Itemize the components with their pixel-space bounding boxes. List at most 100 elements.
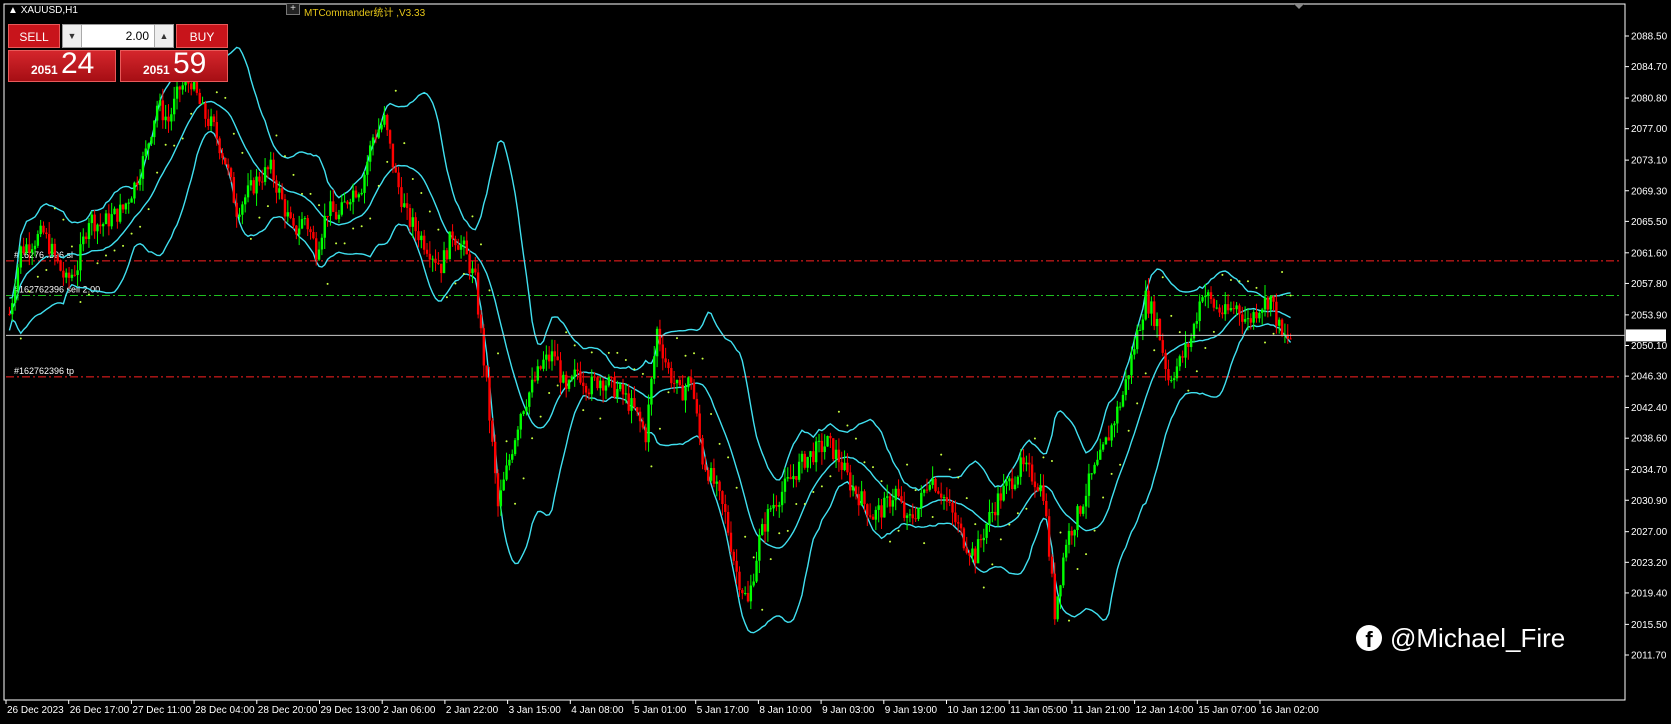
candle-body xyxy=(738,571,741,590)
candle-body xyxy=(312,232,315,239)
candle-body xyxy=(468,254,471,274)
candle-body xyxy=(1275,301,1278,326)
collapse-triangle-icon[interactable]: ▲ xyxy=(8,5,21,16)
lot-size-field[interactable]: ▼ 2.00 ▲ xyxy=(62,24,174,48)
candle-body xyxy=(1243,319,1247,322)
candle-body xyxy=(295,225,298,235)
time-tick-label: 5 Jan 01:00 xyxy=(634,705,687,716)
facebook-icon: f xyxy=(1356,625,1382,651)
candle-body xyxy=(19,246,22,268)
lot-decrease-icon[interactable]: ▼ xyxy=(63,25,82,47)
buy-button[interactable]: BUY xyxy=(176,24,228,48)
candle-body xyxy=(1022,457,1025,465)
candle-body xyxy=(658,328,662,345)
bid-quote[interactable]: 2051 24 xyxy=(8,47,116,82)
candle-body xyxy=(1056,596,1059,620)
time-tick-label: 10 Jan 12:00 xyxy=(948,705,1006,716)
candle-body xyxy=(925,489,929,491)
candle-body xyxy=(354,190,358,198)
candle-body xyxy=(28,244,31,253)
candle-body xyxy=(275,180,278,193)
price-tick-label: 2050.10 xyxy=(1631,341,1668,352)
candle-body xyxy=(1113,423,1116,426)
ask-quote[interactable]: 2051 59 xyxy=(120,47,228,82)
candle-body xyxy=(1226,304,1230,311)
sar-dot xyxy=(701,357,704,360)
candle-body xyxy=(479,314,483,329)
ask-price-major: 2051 xyxy=(143,63,170,77)
chart-window[interactable]: #16276 .396 sl #162762396 sell 2.00 #16276… xyxy=(0,0,1671,724)
time-tick-label: 8 Jan 10:00 xyxy=(759,705,812,716)
candle-body xyxy=(349,202,352,205)
sar-dot xyxy=(275,134,278,137)
sar-dot xyxy=(360,225,363,228)
time-tick-label: 15 Jan 07:00 xyxy=(1198,705,1256,716)
sar-dot xyxy=(940,453,943,456)
sar-dot xyxy=(386,160,389,163)
candle-body xyxy=(965,548,968,553)
sar-dot xyxy=(829,475,832,478)
candle-body xyxy=(797,461,801,480)
candle-body xyxy=(988,512,991,524)
candle-body xyxy=(1269,296,1272,310)
candle-body xyxy=(104,213,108,225)
candle-body xyxy=(834,449,838,460)
time-tick-label: 9 Jan 19:00 xyxy=(885,705,938,716)
candle-body xyxy=(1064,544,1068,558)
candle-body xyxy=(366,161,369,175)
candle-body xyxy=(198,92,201,104)
candle-body xyxy=(792,476,795,480)
price-chart[interactable]: #16276 .396 sl#162762396 sell 2.00#16276… xyxy=(0,0,1671,724)
sar-dot xyxy=(914,489,917,492)
lot-size-value[interactable]: 2.00 xyxy=(83,25,153,47)
price-tick-label: 2023.20 xyxy=(1631,558,1668,569)
candle-body xyxy=(30,249,34,253)
candle-body xyxy=(161,100,165,121)
candle-body xyxy=(73,274,76,276)
sar-dot xyxy=(318,204,321,207)
candle-body xyxy=(718,481,721,492)
scroll-marker-icon[interactable] xyxy=(1294,4,1304,9)
candle-body xyxy=(437,262,440,264)
candle-body xyxy=(829,435,832,439)
candle-body xyxy=(837,449,841,463)
sar-dot xyxy=(548,391,551,394)
sar-dot xyxy=(1085,553,1088,556)
bollinger-lower xyxy=(8,130,1292,634)
candle-body xyxy=(306,218,309,230)
sar-dot xyxy=(616,351,619,354)
sar-dot xyxy=(377,184,380,187)
candle-body xyxy=(877,505,880,510)
candle-body xyxy=(525,406,528,412)
sell-button[interactable]: SELL xyxy=(8,24,60,48)
candle-body xyxy=(999,493,1003,501)
sar-dot xyxy=(803,502,806,505)
candle-body xyxy=(505,465,508,480)
candle-body xyxy=(1070,530,1074,536)
candle-body xyxy=(954,512,957,523)
candle-body xyxy=(806,456,809,468)
candle-body xyxy=(1280,319,1284,336)
candle-body xyxy=(1215,307,1218,309)
candle-body xyxy=(533,379,537,381)
sar-dot xyxy=(1093,529,1096,532)
candle-body xyxy=(917,507,920,519)
candle-body xyxy=(971,548,974,556)
price-tick-label: 2080.80 xyxy=(1631,94,1668,105)
candle-body xyxy=(888,496,892,507)
time-tick-label: 28 Dec 20:00 xyxy=(258,705,318,716)
sar-dot xyxy=(224,96,227,99)
candle-body xyxy=(346,201,349,205)
candle-body xyxy=(689,377,693,383)
candle-body xyxy=(743,593,747,595)
candle-body xyxy=(868,515,872,517)
sar-dot xyxy=(1255,286,1258,289)
candle-body xyxy=(851,486,855,491)
candle-body xyxy=(570,376,574,381)
candle-body xyxy=(945,497,949,502)
candle-body xyxy=(1255,312,1258,319)
candle-body xyxy=(67,272,71,278)
candle-body xyxy=(968,552,971,556)
candle-body xyxy=(329,201,332,216)
lot-increase-icon[interactable]: ▲ xyxy=(154,25,173,47)
